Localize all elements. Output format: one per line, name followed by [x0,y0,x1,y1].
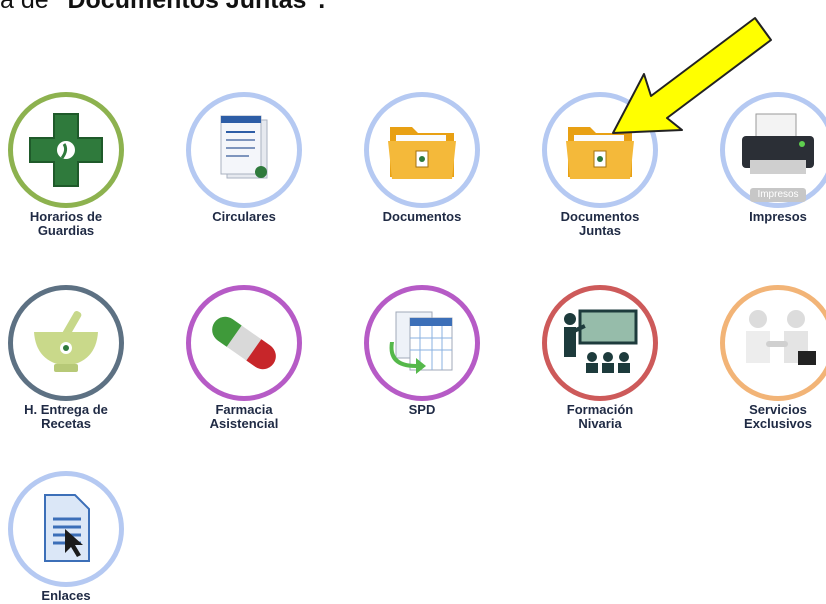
yellow-arrow-icon [612,17,772,134]
